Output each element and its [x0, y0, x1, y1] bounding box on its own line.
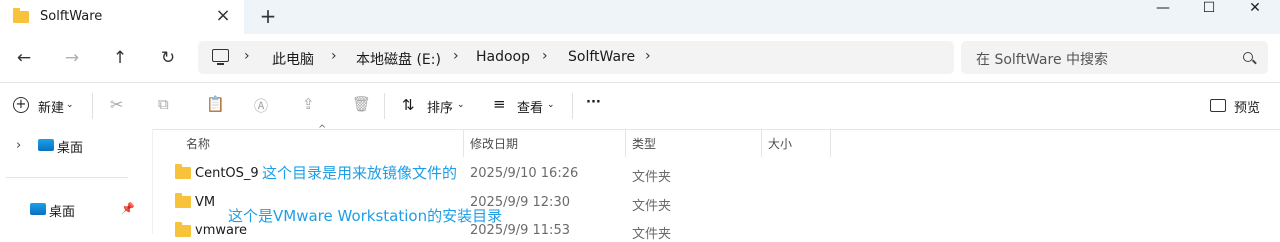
- nav-item-desktop[interactable]: 桌面: [57, 137, 83, 156]
- breadcrumb-local-disk[interactable]: 本地磁盘 (E:): [356, 49, 441, 69]
- annotation-centos: 这个目录是用来放镜像文件的: [262, 164, 458, 182]
- view-chevron-down-icon[interactable]: ⌄: [547, 100, 555, 110]
- new-button[interactable]: 新建: [38, 97, 64, 116]
- preview-pane-icon[interactable]: [1210, 99, 1226, 112]
- monitor-icon: [212, 49, 229, 62]
- column-divider[interactable]: [761, 129, 762, 157]
- chevron-right-icon[interactable]: ›: [645, 48, 651, 64]
- file-type: 文件夹: [632, 199, 672, 214]
- pane-divider[interactable]: [152, 129, 153, 234]
- new-icon[interactable]: +: [13, 97, 29, 113]
- chevron-right-icon[interactable]: ›: [16, 138, 21, 153]
- preview-button[interactable]: 预览: [1234, 97, 1260, 116]
- tab-folder-icon: [13, 8, 29, 23]
- tab-title: SolftWare: [40, 9, 103, 24]
- new-tab-button[interactable]: +: [258, 6, 278, 26]
- column-header-size[interactable]: 大小: [768, 135, 792, 152]
- search-input[interactable]: 在 SolftWare 中搜索: [976, 49, 1108, 69]
- file-modified: 2025/9/10 16:26: [470, 166, 579, 181]
- annotation-vm: 这个是VMware Workstation的安装目录: [228, 207, 503, 225]
- sort-button[interactable]: 排序: [427, 97, 453, 116]
- up-arrow-icon[interactable]: ↑: [106, 44, 134, 72]
- toolbar-divider: [572, 93, 573, 119]
- file-type: 文件夹: [632, 227, 672, 242]
- monitor-stand-icon: [217, 63, 224, 65]
- minimize-button[interactable]: —: [1140, 0, 1186, 30]
- breadcrumb-hadoop[interactable]: Hadoop: [476, 49, 530, 65]
- close-tab-icon[interactable]: ×: [214, 7, 232, 25]
- sort-icon[interactable]: ⇅: [402, 96, 415, 114]
- file-name[interactable]: VM: [195, 195, 215, 210]
- folder-icon: [175, 222, 191, 237]
- view-icon[interactable]: ≡: [493, 95, 506, 113]
- sort-chevron-down-icon[interactable]: ⌄: [457, 100, 465, 110]
- column-header-name[interactable]: 名称: [186, 135, 210, 152]
- cut-icon[interactable]: ✂: [110, 95, 123, 114]
- column-divider[interactable]: [830, 129, 831, 157]
- chevron-right-icon: ›: [453, 48, 459, 64]
- view-button[interactable]: 查看: [517, 97, 543, 116]
- folder-icon: [175, 193, 191, 208]
- pin-icon: 📌: [121, 202, 135, 215]
- column-divider[interactable]: [625, 129, 626, 157]
- chevron-right-icon: ›: [244, 48, 250, 64]
- new-chevron-down-icon[interactable]: ⌄: [66, 100, 74, 110]
- more-options-button[interactable]: ···: [586, 95, 601, 110]
- share-icon[interactable]: ⇪: [302, 95, 315, 113]
- maximize-button[interactable]: ☐: [1186, 0, 1232, 30]
- tab-solftware[interactable]: [0, 0, 244, 34]
- toolbar-divider: [384, 93, 385, 119]
- breadcrumb-this-pc[interactable]: 此电脑: [272, 49, 314, 69]
- back-arrow-icon[interactable]: ←: [10, 44, 38, 72]
- copy-icon[interactable]: ⧉: [158, 95, 169, 113]
- column-divider[interactable]: [463, 129, 464, 157]
- folder-icon: [175, 164, 191, 179]
- file-type: 文件夹: [632, 170, 672, 185]
- desktop-icon: [38, 139, 54, 151]
- paste-icon[interactable]: 📋: [206, 95, 225, 113]
- chevron-right-icon: ›: [542, 48, 548, 64]
- refresh-icon[interactable]: ↻: [154, 44, 182, 72]
- column-header-type[interactable]: 类型: [632, 135, 656, 152]
- toolbar-divider: [92, 93, 93, 119]
- forward-arrow-icon[interactable]: →: [58, 44, 86, 72]
- command-bar: [0, 82, 1280, 130]
- nav-item-desktop-pinned[interactable]: 桌面: [49, 201, 75, 220]
- file-name[interactable]: CentOS_9: [195, 166, 259, 181]
- chevron-right-icon: ›: [331, 48, 337, 64]
- sort-ascending-icon: ^: [318, 124, 327, 135]
- close-window-button[interactable]: ✕: [1232, 0, 1278, 30]
- breadcrumb-solftware[interactable]: SolftWare: [568, 49, 635, 65]
- delete-icon[interactable]: 🗑: [352, 95, 371, 113]
- nav-divider: [6, 177, 128, 178]
- desktop-icon: [30, 203, 46, 215]
- rename-icon[interactable]: Ⓐ: [254, 96, 268, 116]
- column-header-modified[interactable]: 修改日期: [470, 135, 518, 152]
